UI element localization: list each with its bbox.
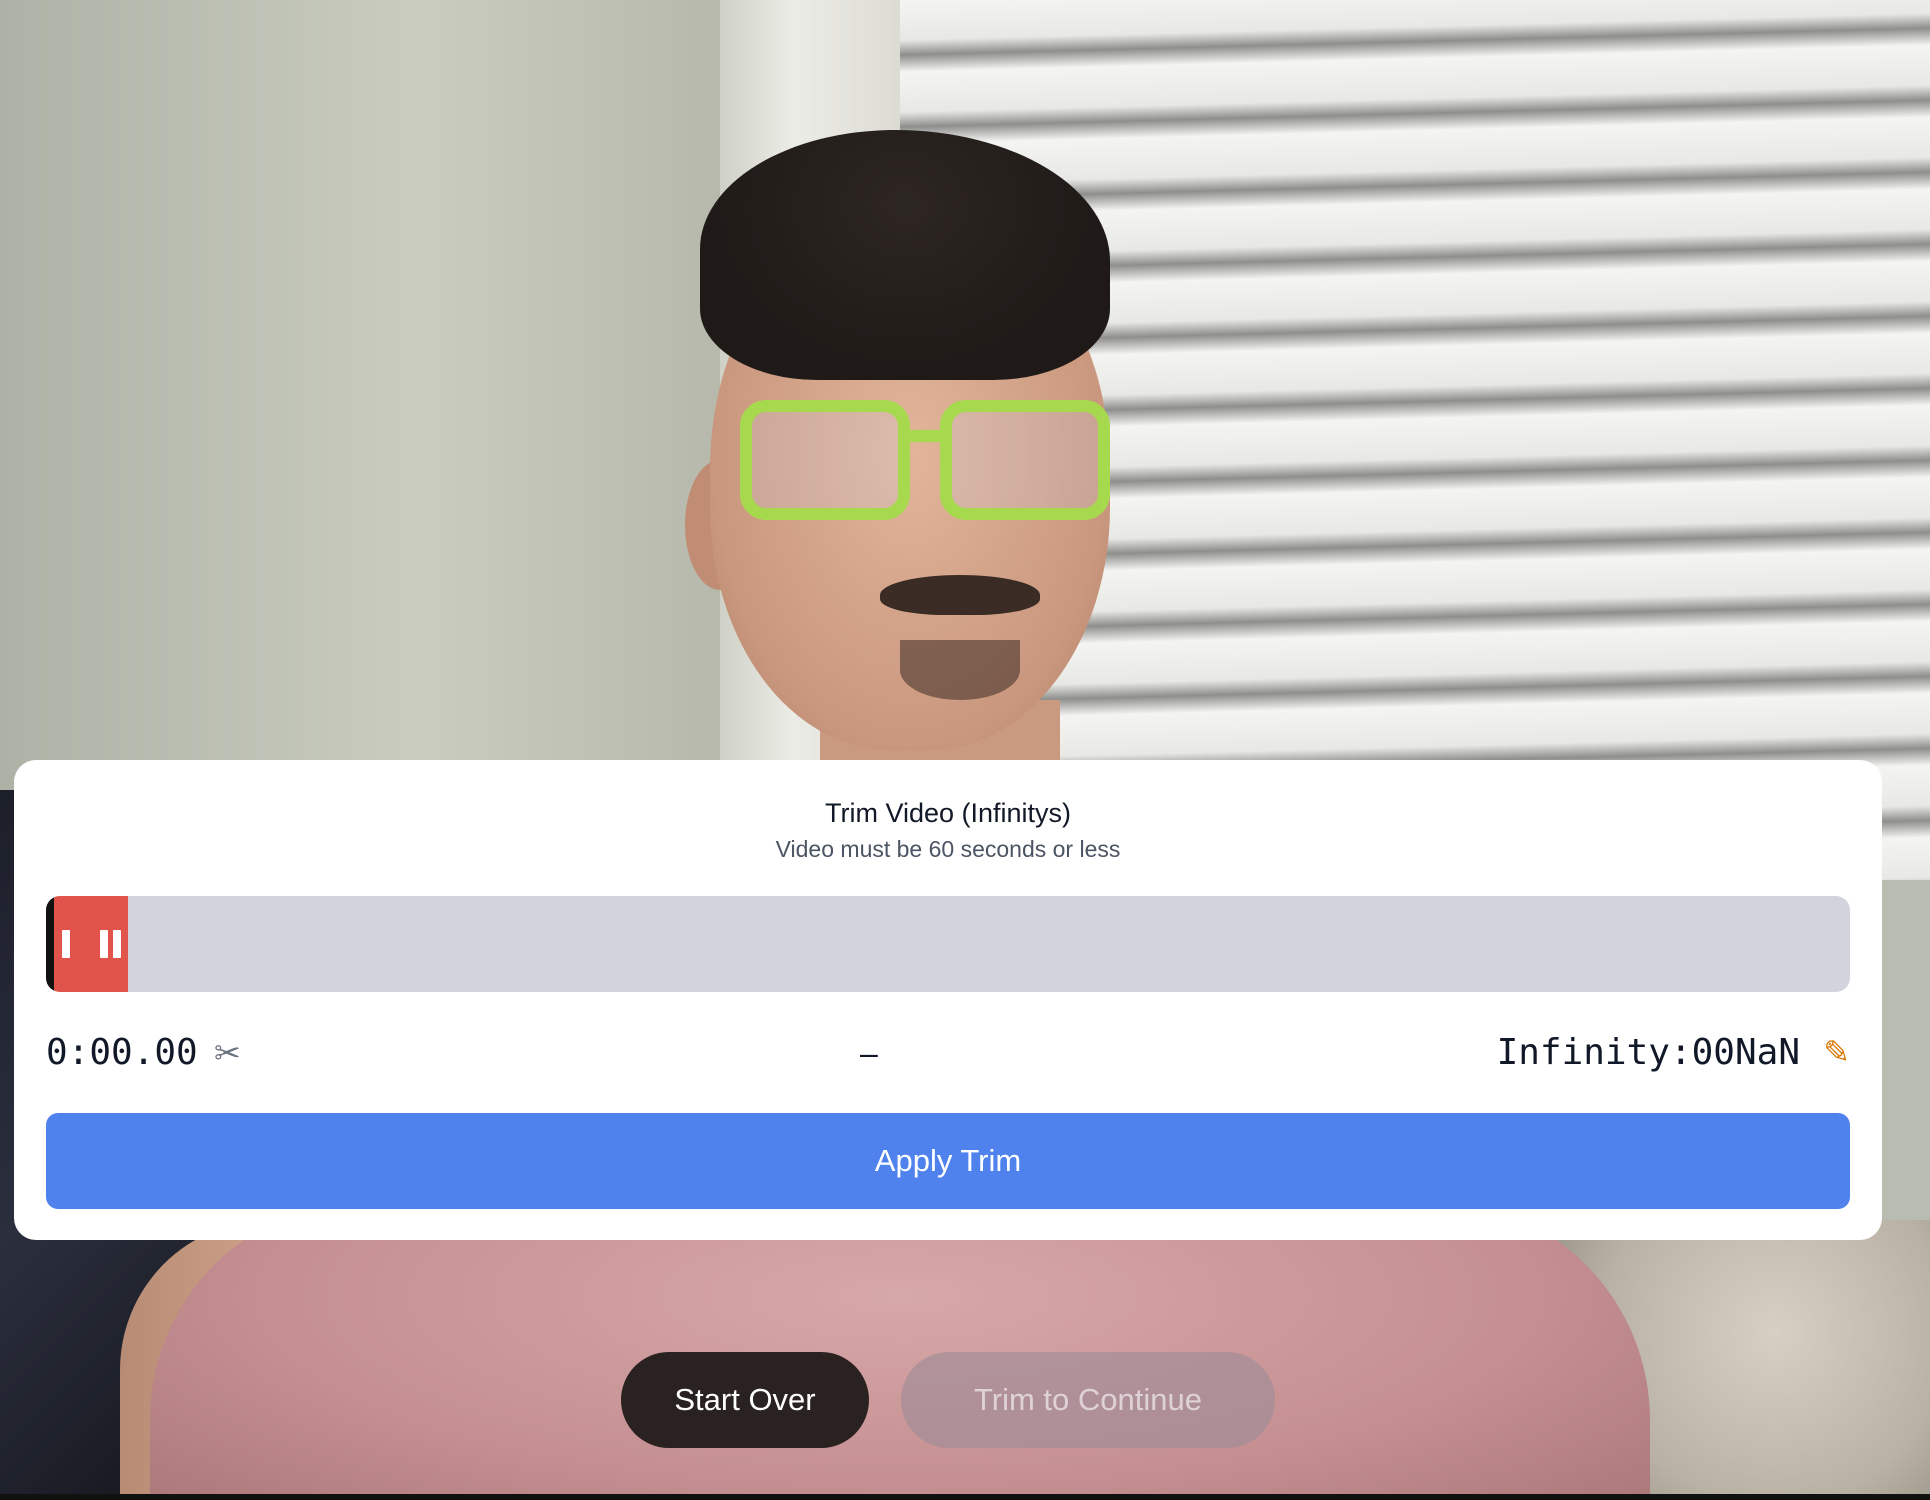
trim-times: 0:00.00 ✂ – Infinity:00NaN ✎ <box>46 1028 1850 1078</box>
trim-selection[interactable] <box>54 896 128 992</box>
end-handle-bar[interactable] <box>100 930 108 958</box>
end-handle-bar[interactable] <box>113 930 121 958</box>
person-glasses <box>740 400 1130 530</box>
trim-track[interactable] <box>46 896 1850 992</box>
start-time: 0:00.00 <box>46 1032 198 1073</box>
start-over-button[interactable]: Start Over <box>621 1352 869 1448</box>
scissors-icon[interactable]: ✂ <box>214 1032 241 1074</box>
track-start-marker <box>46 896 54 992</box>
panel-title: Trim Video (Infinitys) <box>824 798 1072 828</box>
trim-panel: Trim Video (Infinitys) Video must be 60 … <box>14 760 1882 1240</box>
person-torso <box>150 1200 1650 1500</box>
person-mustache <box>880 575 1040 615</box>
apply-trim-button[interactable]: Apply Trim <box>46 1113 1850 1209</box>
pencil-icon[interactable]: ✎ <box>1823 1030 1850 1074</box>
panel-subtitle: Video must be 60 seconds or less <box>775 836 1121 862</box>
time-separator: – <box>860 1035 878 1071</box>
video-preview <box>0 0 1930 1500</box>
trim-to-continue-button[interactable]: Trim to Continue <box>901 1352 1275 1448</box>
end-time: Infinity:00NaN <box>1496 1032 1800 1073</box>
bottom-edge <box>0 1494 1930 1500</box>
start-handle[interactable] <box>62 930 70 958</box>
person-beard <box>900 640 1020 700</box>
